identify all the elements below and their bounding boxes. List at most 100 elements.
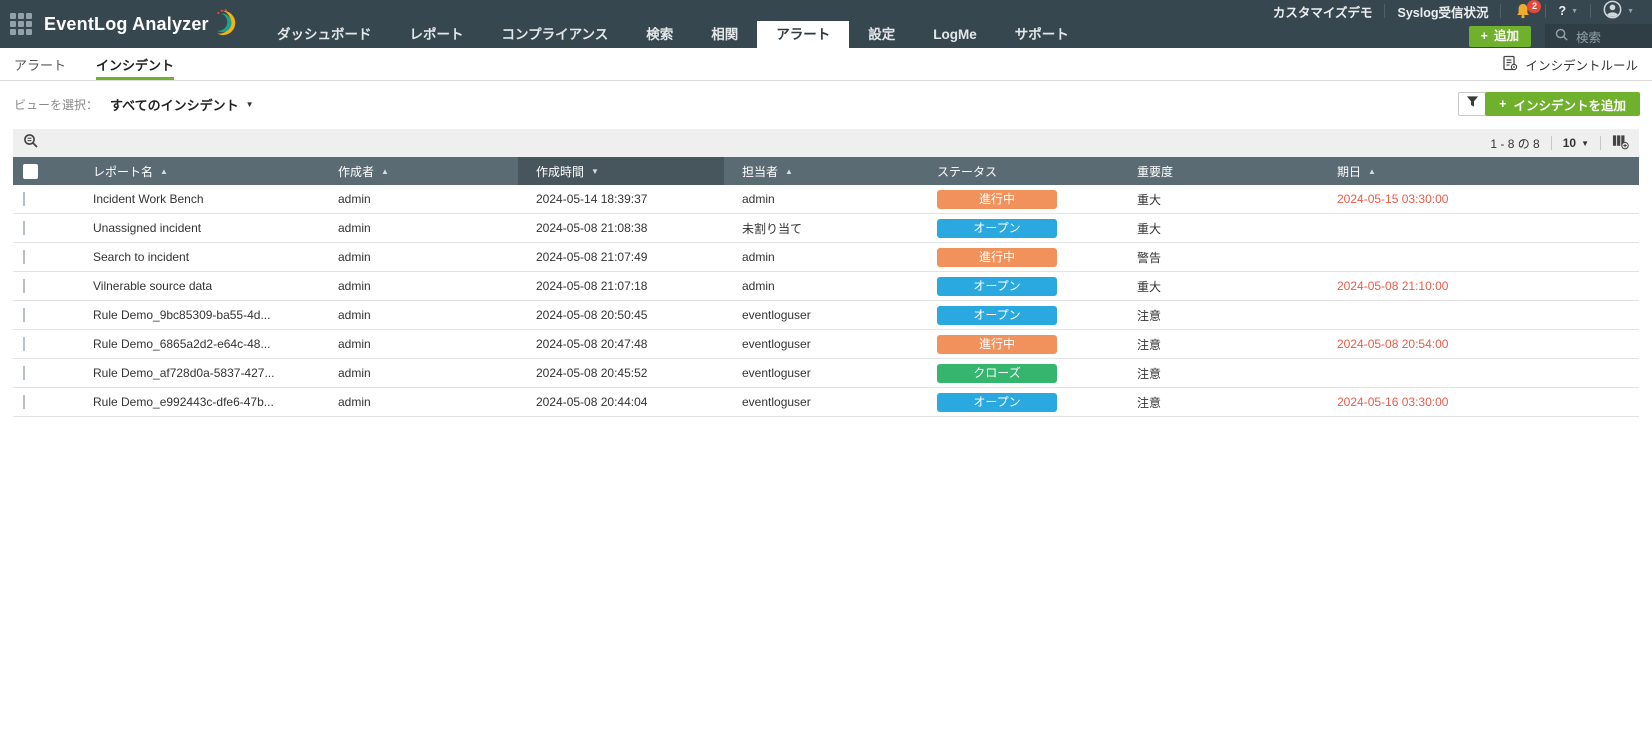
column-header-severity: 重要度	[1137, 164, 1174, 179]
sort-asc-icon: ▲	[1368, 166, 1376, 176]
nav-settings[interactable]: 設定	[849, 21, 914, 48]
table-header-row: レポート名 ▲ 作成者 ▲ 作成時間 ▼ 担当者 ▲ ステータス 重要度 期日 ▲	[13, 157, 1639, 185]
incident-name[interactable]: Unassigned incident	[75, 221, 320, 235]
chevron-down-icon: ▼	[1627, 7, 1634, 15]
due-date-cell: 2024-05-15 03:30:00	[1337, 192, 1449, 206]
incident-name[interactable]: Rule Demo_6865a2d2-e64c-48...	[75, 337, 320, 351]
creator-cell: admin	[338, 337, 371, 351]
table-row[interactable]: Rule Demo_9bc85309-ba55-4d... admin 2024…	[13, 301, 1639, 330]
table-row[interactable]: Vilnerable source data admin 2024-05-08 …	[13, 272, 1639, 301]
table-row[interactable]: Incident Work Bench admin 2024-05-14 18:…	[13, 185, 1639, 214]
row-checkbox[interactable]	[23, 221, 25, 235]
created-time-cell: 2024-05-08 21:07:18	[536, 279, 648, 293]
status-badge[interactable]: オープン	[937, 392, 1057, 412]
table-row[interactable]: Rule Demo_e992443c-dfe6-47b... admin 202…	[13, 388, 1639, 417]
app-grid-icon[interactable]	[10, 13, 32, 35]
tab-alerts[interactable]: アラート	[14, 48, 66, 80]
incident-name[interactable]: Rule Demo_af728d0a-5837-427...	[75, 366, 320, 380]
column-header-report-name[interactable]: レポート名 ▲	[75, 157, 320, 185]
customize-demo-link[interactable]: カスタマイズデモ	[1261, 2, 1385, 21]
pagination-range: 1 - 8 の 8	[1490, 136, 1540, 151]
row-checkbox[interactable]	[23, 308, 25, 322]
row-checkbox[interactable]	[23, 192, 25, 206]
global-search-input[interactable]: 検索	[1545, 24, 1652, 48]
column-header-due-date[interactable]: 期日 ▲	[1319, 157, 1639, 185]
table-row[interactable]: Unassigned incident admin 2024-05-08 21:…	[13, 214, 1639, 243]
row-checkbox[interactable]	[23, 250, 25, 264]
nav-logme[interactable]: LogMe	[914, 21, 996, 48]
syslog-status-link[interactable]: Syslog受信状況	[1385, 2, 1500, 21]
sort-asc-icon: ▲	[160, 166, 168, 176]
tab-incidents[interactable]: インシデント	[96, 48, 175, 80]
status-badge[interactable]: 進行中	[937, 189, 1057, 209]
row-checkbox[interactable]	[23, 337, 25, 351]
column-header-created-time[interactable]: 作成時間 ▼	[518, 157, 724, 185]
sort-asc-icon: ▲	[785, 166, 793, 176]
nav-dashboard[interactable]: ダッシュボード	[258, 21, 391, 48]
due-date-cell: 2024-05-08 20:54:00	[1337, 337, 1449, 351]
created-time-cell: 2024-05-08 20:45:52	[536, 366, 648, 380]
table-search-icon[interactable]	[23, 133, 39, 154]
column-header-assignee[interactable]: 担当者 ▲	[724, 157, 919, 185]
table-row[interactable]: Search to incident admin 2024-05-08 21:0…	[13, 243, 1639, 272]
page-size-dropdown[interactable]: 10 ▼	[1563, 136, 1589, 150]
view-bar: ビューを選択： すべてのインシデント ▼ + インシデントを追加	[0, 81, 1652, 127]
creator-cell: admin	[338, 395, 371, 409]
column-chooser-icon[interactable]	[1612, 134, 1629, 153]
topbar-actions: + 追加 検索	[1468, 24, 1652, 48]
created-time-cell: 2024-05-08 20:47:48	[536, 337, 648, 351]
add-incident-button[interactable]: + インシデントを追加	[1485, 92, 1640, 116]
filter-button[interactable]	[1458, 92, 1486, 116]
avatar	[1603, 0, 1622, 22]
incident-name[interactable]: Search to incident	[75, 250, 320, 264]
creator-cell: admin	[338, 279, 371, 293]
status-badge[interactable]: 進行中	[937, 334, 1057, 354]
table-row[interactable]: Rule Demo_af728d0a-5837-427... admin 202…	[13, 359, 1639, 388]
table-row[interactable]: Rule Demo_6865a2d2-e64c-48... admin 2024…	[13, 330, 1639, 359]
nav-compliance[interactable]: コンプライアンス	[483, 21, 628, 48]
view-selector-dropdown[interactable]: すべてのインシデント ▼	[110, 95, 254, 114]
assignee-cell: eventloguser	[742, 395, 811, 409]
view-select-label: ビューを選択：	[14, 97, 99, 112]
creator-cell: admin	[338, 221, 371, 235]
chevron-down-icon: ▼	[1571, 7, 1579, 15]
subtab-bar: アラート インシデント インシデントルール	[0, 48, 1652, 81]
row-checkbox[interactable]	[23, 366, 25, 380]
main-nav: ダッシュボード レポート コンプライアンス 検索 相関 アラート 設定 LogM…	[258, 21, 1088, 48]
nav-alerts[interactable]: アラート	[757, 21, 850, 48]
creator-cell: admin	[338, 308, 371, 322]
assignee-cell: eventloguser	[742, 366, 811, 380]
status-badge[interactable]: オープン	[937, 305, 1057, 325]
incident-name[interactable]: Rule Demo_9bc85309-ba55-4d...	[75, 308, 320, 322]
nav-support[interactable]: サポート	[996, 21, 1088, 48]
nav-reports[interactable]: レポート	[391, 21, 483, 48]
quick-add-button[interactable]: + 追加	[1468, 25, 1531, 47]
sort-desc-icon: ▼	[591, 166, 599, 176]
app-logo: EventLog Analyzer	[44, 6, 239, 43]
due-date-cell: 2024-05-16 03:30:00	[1337, 395, 1449, 409]
notifications-bell-icon[interactable]: 2	[1501, 0, 1545, 19]
incident-name[interactable]: Vilnerable source data	[75, 279, 320, 293]
due-date-cell: 2024-05-08 21:10:00	[1337, 279, 1449, 293]
app-logo-text: EventLog Analyzer	[44, 13, 209, 34]
incident-name[interactable]: Rule Demo_e992443c-dfe6-47b...	[75, 395, 320, 409]
user-menu[interactable]: ▼	[1591, 0, 1646, 22]
nav-search[interactable]: 検索	[627, 21, 692, 48]
status-badge[interactable]: クローズ	[937, 363, 1057, 383]
row-checkbox[interactable]	[23, 395, 25, 409]
status-badge[interactable]: オープン	[937, 218, 1057, 238]
help-menu[interactable]: ? ▼	[1546, 4, 1590, 18]
incident-rules-link[interactable]: インシデントルール	[1502, 48, 1638, 81]
status-badge[interactable]: オープン	[937, 276, 1057, 296]
status-badge[interactable]: 進行中	[937, 247, 1057, 267]
select-all-checkbox[interactable]	[23, 163, 38, 179]
sort-asc-icon: ▲	[381, 166, 389, 176]
severity-cell: 注意	[1137, 366, 1162, 381]
nav-correlation[interactable]: 相関	[692, 21, 757, 48]
row-checkbox[interactable]	[23, 279, 25, 293]
severity-cell: 重大	[1137, 221, 1162, 236]
topbar: EventLog Analyzer ダッシュボード レポート コンプライアンス …	[0, 0, 1652, 48]
severity-cell: 注意	[1137, 337, 1162, 352]
incident-name[interactable]: Incident Work Bench	[75, 192, 320, 206]
column-header-creator[interactable]: 作成者 ▲	[320, 157, 518, 185]
